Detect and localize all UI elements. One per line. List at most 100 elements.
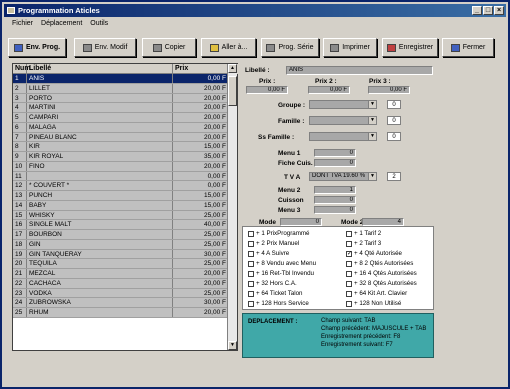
option-checkbox[interactable]: + 128 Non Utilisé (346, 300, 401, 308)
table-row[interactable]: 9 KIR ROYAL 35,00 F (13, 152, 229, 162)
famille-select[interactable]: ▼ (309, 116, 377, 125)
table-row[interactable]: 7 PINEAU BLANC 20,00 F (13, 132, 229, 143)
table-row[interactable]: 21 MEZCAL 20,00 F (13, 269, 229, 279)
option-checkbox[interactable]: + 128 Hors Service (248, 300, 309, 308)
option-checkbox[interactable]: + 32 Hors C.A. (248, 280, 297, 288)
option-checkbox[interactable]: + 1 PrixProgrammé (248, 230, 309, 238)
option-checkbox[interactable]: + 2 Prix Manuel (248, 240, 299, 248)
table-row[interactable]: 8 KIR 15,00 F (13, 142, 229, 152)
menu-fichier[interactable]: Fichier (12, 18, 33, 29)
scroll-up-icon[interactable]: ▲ (228, 64, 237, 73)
checkbox-box[interactable] (248, 281, 254, 287)
menu1-field[interactable]: 0 (314, 149, 356, 157)
tva-select[interactable]: DONT TVA 19.60 % ▼ (309, 172, 377, 181)
option-checkbox[interactable]: + 1 Tarif 2 (346, 230, 381, 238)
prog-serie-button[interactable]: Prog. Série (261, 38, 319, 57)
checkbox-box[interactable] (248, 261, 254, 267)
table-row[interactable]: 24 ZUBROWSKA 30,00 F (13, 298, 229, 308)
checkbox-box[interactable] (346, 261, 352, 267)
fermer-button[interactable]: Fermer (442, 38, 494, 57)
checkbox-box[interactable] (248, 301, 254, 307)
table-row[interactable]: 18 GIN 25,00 F (13, 239, 229, 250)
option-checkbox[interactable]: + 64 Ticket Talon (248, 290, 303, 298)
checkbox-box[interactable] (346, 241, 352, 247)
option-checkbox[interactable]: + 8 Vendu avec Menu (248, 260, 316, 268)
prix2-field[interactable]: 0,00 F (308, 86, 350, 94)
prix1-field[interactable]: 0,00 F (246, 86, 288, 94)
checkbox-box[interactable] (346, 291, 352, 297)
checkbox-box[interactable] (248, 241, 254, 247)
minimize-button[interactable]: _ (472, 6, 482, 15)
chevron-down-icon[interactable]: ▼ (368, 101, 376, 108)
option-checkbox[interactable]: + 32 8 Qtés Autorisées (346, 280, 417, 288)
menu2-field[interactable]: 1 (314, 186, 356, 194)
copier-button[interactable]: Copier (142, 38, 196, 57)
maximize-button[interactable]: □ (483, 6, 493, 15)
table-row[interactable]: 4 MARTINI 20,00 F (13, 103, 229, 113)
table-row[interactable]: 10 FINO 20,00 F (13, 161, 229, 172)
option-checkbox[interactable]: + 64 Kit Art. Clavier (346, 290, 407, 298)
menu-outils[interactable]: Outils (90, 18, 108, 29)
table-row[interactable]: 23 VODKA 25,00 F (13, 288, 229, 299)
env-modif-button[interactable]: Env. Modif (74, 38, 136, 57)
chevron-down-icon[interactable]: ▼ (368, 133, 376, 140)
table-scrollbar[interactable]: ▲ ▼ (227, 64, 237, 350)
option-checkbox[interactable]: + 4 A Suivre (248, 250, 289, 258)
table-row[interactable]: 3 PORTO 20,00 F (13, 93, 229, 104)
libelle-field[interactable]: ANIS (286, 66, 433, 75)
chevron-down-icon[interactable]: ▼ (368, 117, 376, 124)
close-button[interactable]: × (494, 6, 504, 15)
scroll-thumb[interactable] (228, 76, 237, 106)
table-row[interactable]: 25 RHUM 20,00 F (13, 308, 229, 318)
table-row[interactable]: 6 MALAGA 20,00 F (13, 122, 229, 133)
header-libelle[interactable]: Libellé (27, 64, 173, 74)
ss-famille-num[interactable]: 0 (387, 132, 401, 141)
fiche-field[interactable]: 0 (314, 159, 356, 167)
ss-famille-select[interactable]: ▼ (309, 132, 377, 141)
table-row[interactable]: 1 ANIS 0,00 F (13, 74, 229, 84)
mode2-field[interactable]: 4 (362, 218, 404, 226)
famille-num[interactable]: 0 (387, 116, 401, 125)
checkbox-box[interactable] (248, 231, 254, 237)
checkbox-box[interactable] (248, 251, 254, 257)
groupe-select[interactable]: ▼ (309, 100, 377, 109)
header-prix[interactable]: Prix (173, 64, 229, 74)
checkbox-box[interactable] (248, 271, 254, 277)
table-row[interactable]: 16 SINGLE MALT 40,00 F (13, 220, 229, 230)
menu3-field[interactable]: 0 (314, 206, 356, 214)
table-row[interactable]: 11 0,00 F (13, 171, 229, 182)
checkbox-box[interactable] (248, 291, 254, 297)
checkbox-box[interactable] (346, 281, 352, 287)
cuisson-field[interactable]: 0 (314, 196, 356, 204)
checkbox-box[interactable]: ✓ (346, 251, 352, 257)
table-row[interactable]: 12 * COUVERT * 0,00 F (13, 181, 229, 191)
tva-num[interactable]: 2 (387, 172, 401, 181)
option-checkbox[interactable]: + 2 Tarif 3 (346, 240, 381, 248)
table-row[interactable]: 5 CAMPARI 20,00 F (13, 113, 229, 123)
checkbox-box[interactable] (346, 231, 352, 237)
chevron-down-icon[interactable]: ▼ (368, 173, 376, 180)
table-row[interactable]: 14 BABY 15,00 F (13, 200, 229, 211)
table-row[interactable]: 22 CACHACA 20,00 F (13, 278, 229, 289)
header-num[interactable]: Num (13, 64, 31, 74)
table-row[interactable]: 15 WHISKY 25,00 F (13, 210, 229, 221)
groupe-num[interactable]: 0 (387, 100, 401, 109)
table-row[interactable]: 19 GIN TANQUERAY 30,00 F (13, 249, 229, 260)
option-checkbox[interactable]: + 16 Ret-Tbl Invendu (248, 270, 314, 278)
option-checkbox[interactable]: + 8 2 Qtés Autorisées (346, 260, 413, 268)
scroll-down-icon[interactable]: ▼ (228, 341, 237, 350)
aller-a-button[interactable]: Aller à... (201, 38, 256, 57)
env-prog-button[interactable]: Env. Prog. (8, 38, 66, 57)
table-row[interactable]: 17 BOURBON 25,00 F (13, 230, 229, 240)
prix3-field[interactable]: 0,00 F (368, 86, 410, 94)
imprimer-button[interactable]: Imprimer (323, 38, 377, 57)
checkbox-box[interactable] (346, 271, 352, 277)
option-checkbox[interactable]: ✓ + 4 Qté Autorisée (346, 250, 402, 258)
menu-deplacement[interactable]: Déplacement (41, 18, 82, 29)
mode-field[interactable]: 0 (280, 218, 322, 226)
table-row[interactable]: 2 LILLET 20,00 F (13, 83, 229, 94)
enregistrer-button[interactable]: Enregistrer (382, 38, 438, 57)
checkbox-box[interactable] (346, 301, 352, 307)
table-row[interactable]: 20 TEQUILA 25,00 F (13, 259, 229, 269)
table-row[interactable]: 13 PUNCH 15,00 F (13, 191, 229, 201)
